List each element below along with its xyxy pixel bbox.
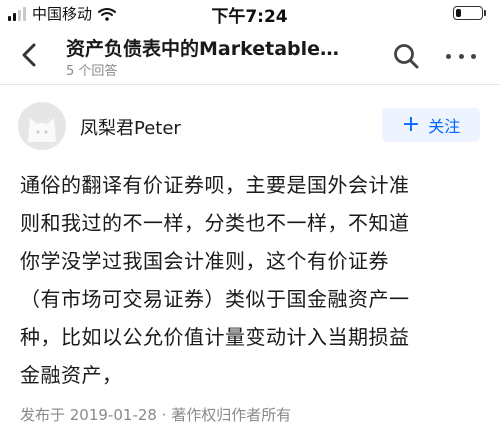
answer-line: 通俗的翻译有价证券呗，主要是国外会计准 xyxy=(20,173,410,197)
more-dot-icon xyxy=(446,53,451,59)
plus-icon: + xyxy=(401,112,421,137)
header-divider xyxy=(0,84,499,85)
battery-icon xyxy=(453,6,486,20)
question-title[interactable]: 资产负债表中的Marketable… xyxy=(66,34,366,61)
more-dot-icon xyxy=(458,53,464,59)
answer-screen: 中国移动 下午7:24 资产负债表中的Marketable… 5 个回答 凤梨君… xyxy=(0,0,499,440)
cat-avatar-icon xyxy=(18,102,66,150)
more-dot-icon xyxy=(471,53,476,59)
status-time: 下午7:24 xyxy=(211,7,288,27)
chevron-left-icon xyxy=(22,43,36,67)
avatar[interactable] xyxy=(18,102,66,150)
follow-button[interactable]: + 关注 xyxy=(382,108,480,142)
author-name[interactable]: 凤梨君Peter xyxy=(80,114,181,140)
answer-line: 则和我过的不一样，分类也不一样，不知道 xyxy=(20,211,410,235)
search-icon[interactable] xyxy=(392,42,420,70)
status-bar: 中国移动 下午7:24 xyxy=(0,0,499,28)
nav-header: 资产负债表中的Marketable… 5 个回答 xyxy=(0,28,499,82)
follow-label: 关注 xyxy=(428,117,461,136)
answer-line: 你学没学过我国会计准则，这个有价证券 xyxy=(20,249,389,273)
battery-level xyxy=(456,9,461,17)
answer-body: 通俗的翻译有价证券呗，主要是国外会计准 则和我过的不一样，分类也不一样，不知道 … xyxy=(20,170,485,398)
more-options-button[interactable] xyxy=(446,42,476,70)
answer-line: 金融资产， xyxy=(20,363,123,387)
publish-info: 发布于 2019-01-28 · 著作权归作者所有 xyxy=(20,406,292,424)
back-button[interactable] xyxy=(14,40,44,70)
answer-line: 种，比如以公允价值计量变动计入当期损益 xyxy=(20,325,410,349)
author-row: 凤梨君Peter + 关注 xyxy=(0,96,499,156)
answer-line: （有市场可交易证券）类似于国金融资产一 xyxy=(20,287,410,311)
answer-count[interactable]: 5 个回答 xyxy=(66,60,117,79)
